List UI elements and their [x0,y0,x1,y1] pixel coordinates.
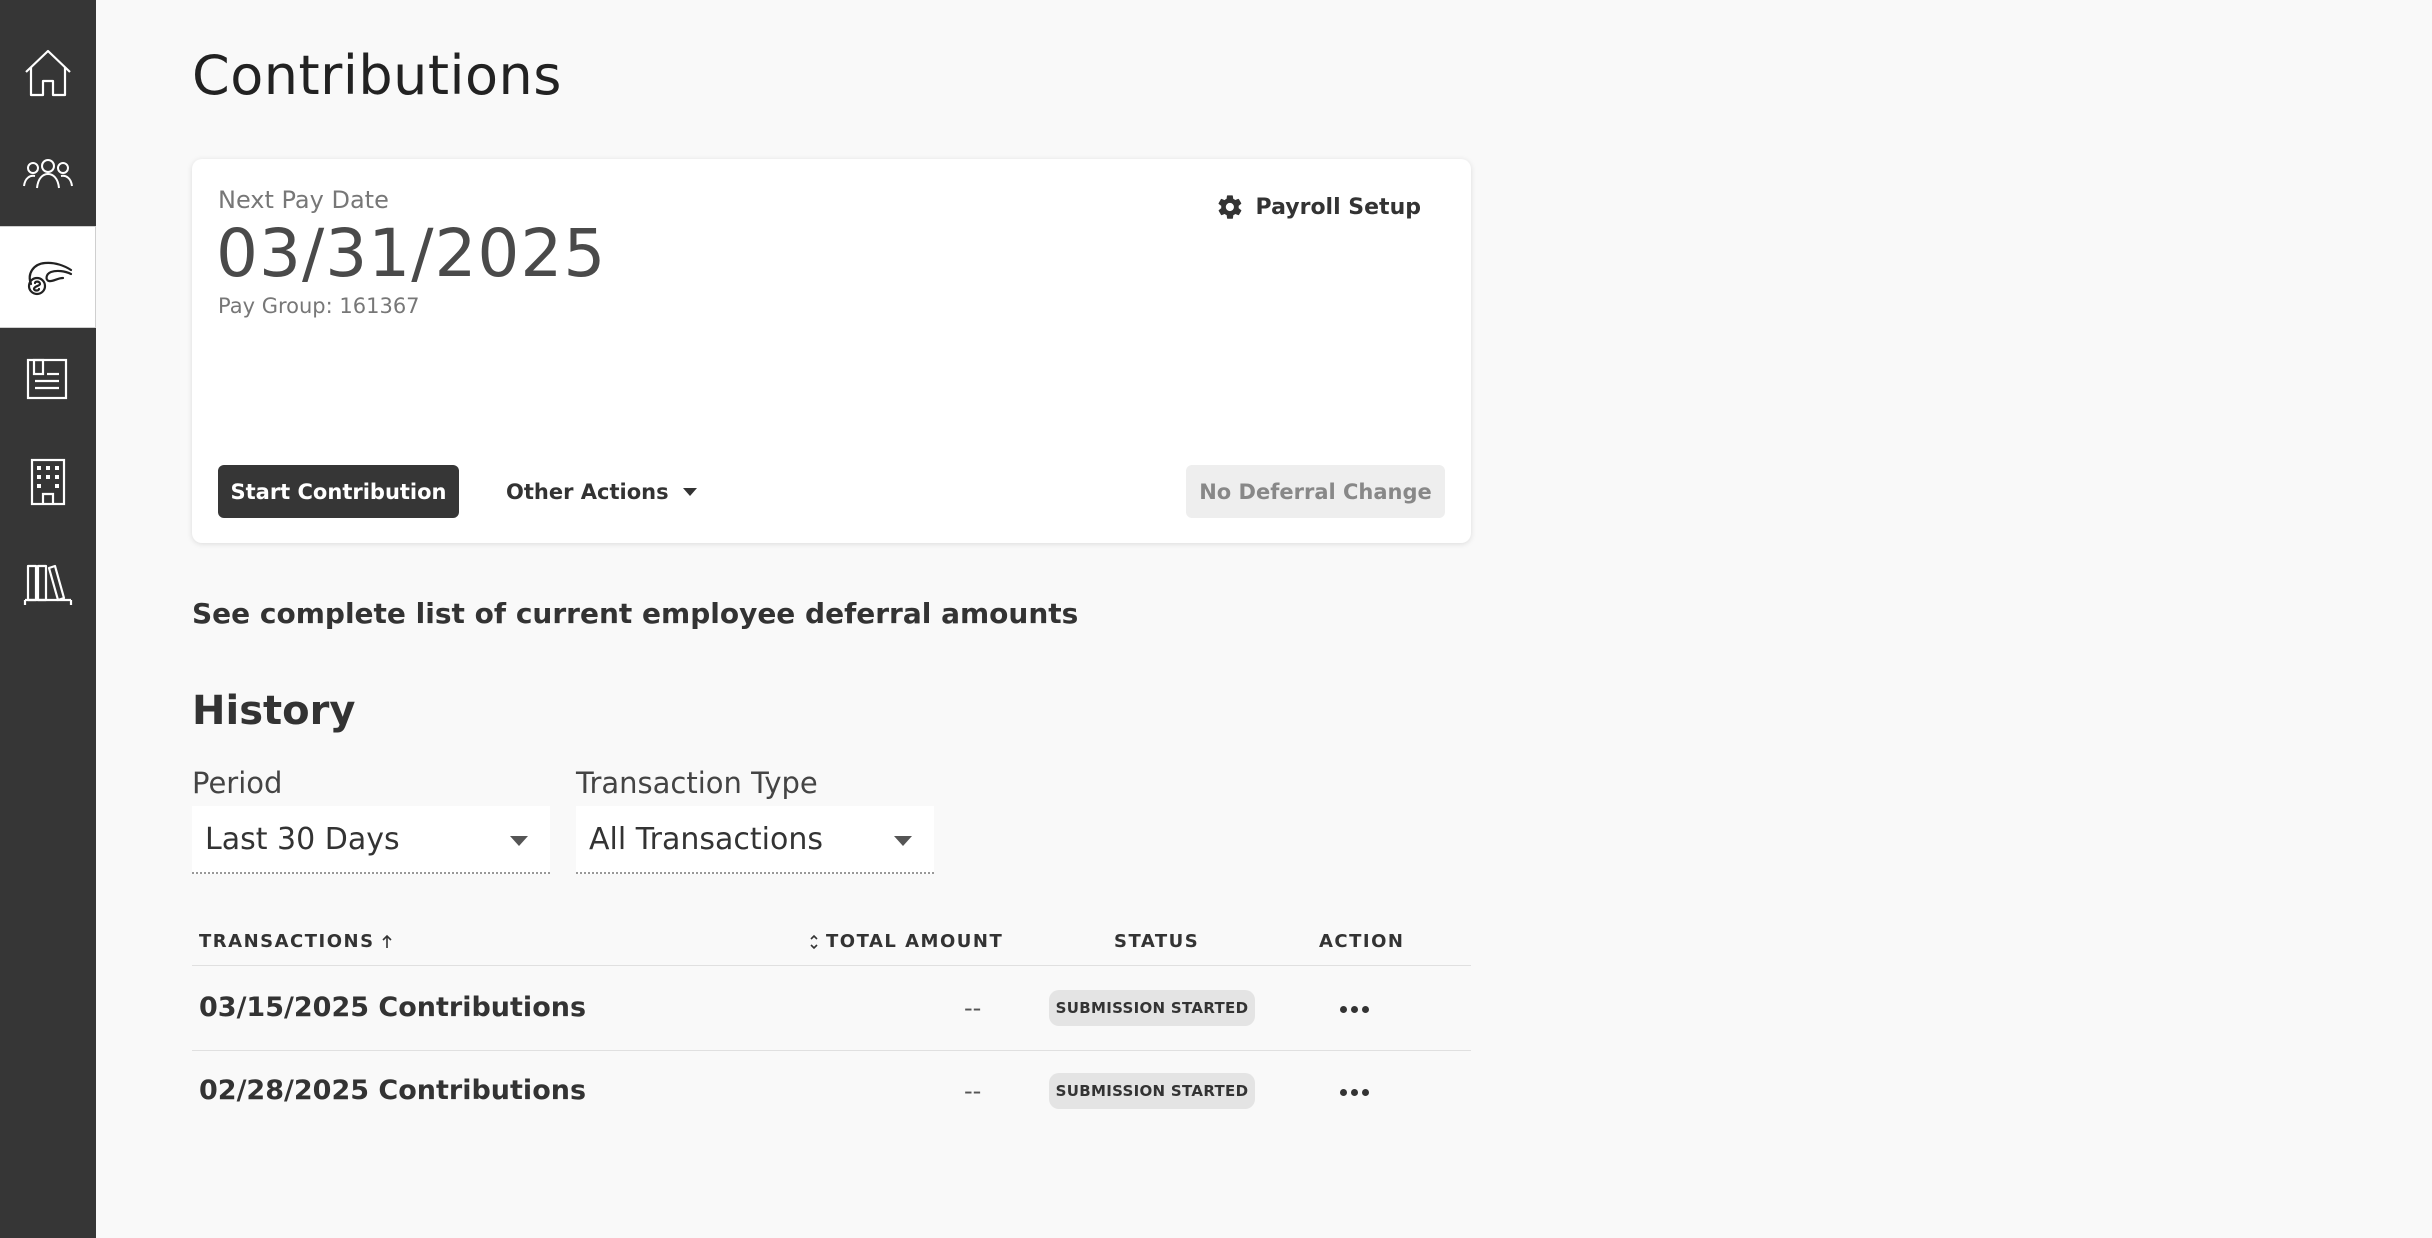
column-header-status: STATUS [1114,931,1200,952]
column-header-total-amount[interactable]: TOTAL AMOUNT [808,931,1003,952]
sidebar-item-company[interactable] [0,430,96,532]
transaction-type-value: All Transactions [589,821,823,857]
pay-group-text: Pay Group: 161367 [218,294,420,318]
column-header-action: ACTION [1319,931,1405,952]
more-actions-icon[interactable] [1334,994,1374,1024]
page-title: Contributions [192,44,562,107]
transaction-type-label: Transaction Type [576,766,818,800]
people-icon [23,159,73,189]
status-badge: SUBMISSION STARTED [1049,1073,1255,1109]
column-header-total-amount-label: TOTAL AMOUNT [826,931,1004,952]
sidebar-item-library[interactable] [0,532,96,634]
next-pay-date-value: 03/31/2025 [216,215,607,292]
transaction-row-amount: -- [964,1077,982,1105]
home-icon [25,49,71,97]
hand-coin-icon [27,261,72,296]
table-divider [192,965,1471,966]
column-header-transactions[interactable]: TRANSACTIONS [199,931,393,952]
caret-down-icon [894,836,912,846]
building-icon [30,458,66,506]
start-contribution-button[interactable]: Start Contribution [218,465,459,518]
transaction-type-select[interactable]: All Transactions [576,806,934,874]
deferral-amounts-link[interactable]: See complete list of current employee de… [192,597,1078,630]
caret-down-icon [682,487,697,496]
next-pay-date-label: Next Pay Date [218,186,389,214]
transaction-row-amount: -- [964,994,982,1022]
history-title: History [192,688,356,734]
sidebar-item-documents[interactable] [0,328,96,430]
other-actions-dropdown[interactable]: Other Actions [506,465,697,518]
other-actions-label: Other Actions [506,479,669,504]
gear-icon [1218,195,1241,219]
sidebar-item-home[interactable] [0,22,96,124]
pay-date-card: Next Pay Date 03/31/2025 Pay Group: 1613… [192,159,1471,543]
document-icon [26,358,68,400]
transaction-row-name[interactable]: 02/28/2025 Contributions [199,1075,586,1106]
sidebar-item-people[interactable] [0,124,96,226]
table-divider [192,1050,1471,1051]
transaction-row-name[interactable]: 03/15/2025 Contributions [199,992,586,1023]
sort-unsorted-icon [810,934,818,949]
period-label: Period [192,766,283,800]
caret-down-icon [510,836,528,846]
column-header-transactions-label: TRANSACTIONS [199,931,375,952]
sidebar [0,0,96,1238]
payroll-setup-button[interactable]: Payroll Setup [1216,193,1421,221]
payroll-setup-label: Payroll Setup [1255,194,1421,220]
sidebar-item-contributions[interactable] [0,226,96,328]
period-value: Last 30 Days [205,821,400,857]
main-content: Contributions Next Pay Date 03/31/2025 P… [96,0,2432,1238]
no-deferral-change-button: No Deferral Change [1186,465,1445,518]
period-select[interactable]: Last 30 Days [192,806,550,874]
sort-ascending-icon [381,934,392,948]
more-actions-icon[interactable] [1334,1077,1374,1107]
books-icon [23,564,73,605]
status-badge: SUBMISSION STARTED [1049,990,1255,1026]
